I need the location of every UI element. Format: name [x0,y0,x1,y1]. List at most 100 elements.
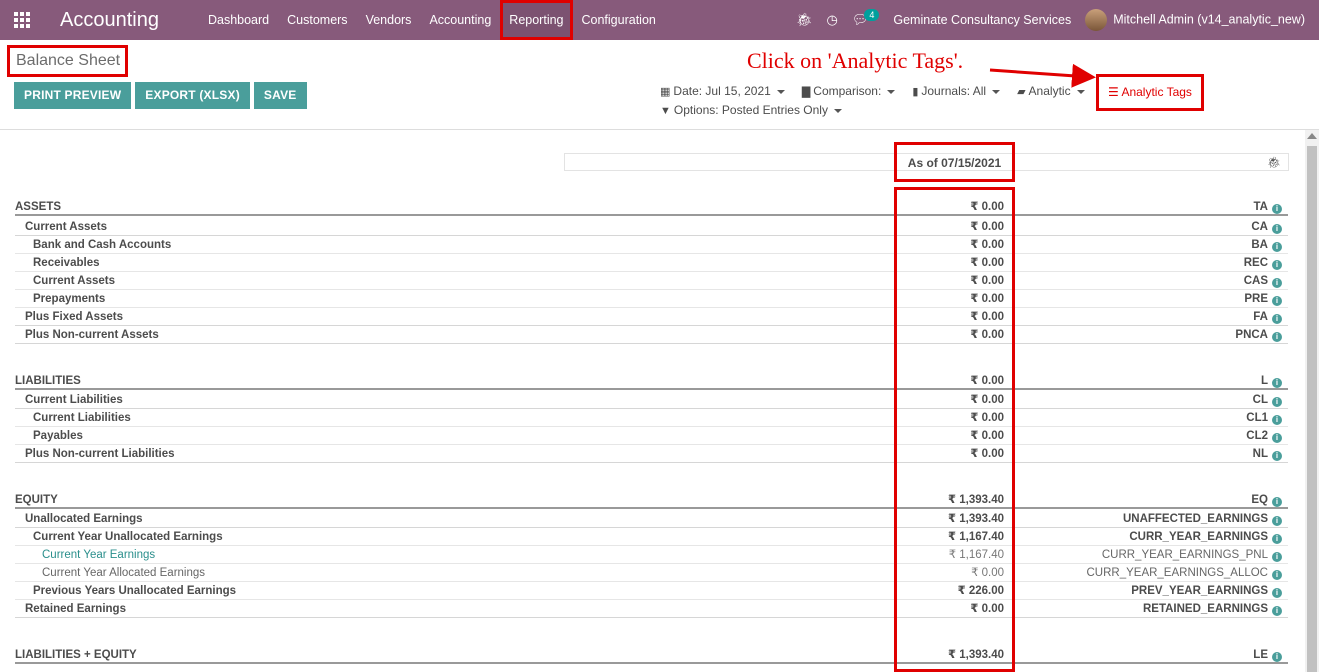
info-icon[interactable]: i [1272,570,1282,580]
analytic-tags-filter[interactable]: ☰ Analytic Tags [1096,74,1204,111]
table-row[interactable]: Prepayments ₹ 0.00 PRE i [15,290,1288,308]
page-title: Balance Sheet [7,45,128,77]
scroll-up-arrow-icon[interactable] [1307,133,1317,139]
table-row[interactable]: Plus Non-current Liabilities ₹ 0.00 NL i [15,445,1288,463]
info-icon[interactable]: i [1272,588,1282,598]
row-code: NL i [1253,445,1282,463]
info-icon[interactable]: i [1272,451,1282,461]
row-label: Current Assets [25,221,108,233]
row-label-link[interactable]: Current Year Earnings [42,546,155,564]
user-menu[interactable]: Mitchell Admin (v14_analytic_new) [1085,9,1305,31]
table-row[interactable]: Unallocated Earnings ₹ 1,393.40 UNAFFECT… [15,510,1288,528]
row-label: Receivables [33,257,100,269]
menu-customers[interactable]: Customers [278,0,356,40]
row-label: Current Liabilities [25,394,123,406]
messages-button[interactable]: 💬︎4 [852,9,880,28]
table-row[interactable]: Retained Earnings ₹ 0.00 RETAINED_EARNIN… [15,600,1288,618]
comparison-filter[interactable]: ▇ Comparison: [802,84,896,98]
row-code: PNCA i [1235,326,1282,344]
info-icon[interactable]: i [1272,314,1282,324]
info-icon[interactable]: i [1272,552,1282,562]
save-button[interactable]: SAVE [253,82,307,109]
menu-vendors[interactable]: Vendors [357,0,421,40]
company-switcher[interactable]: Geminate Consultancy Services [893,13,1071,27]
row-code: EQ i [1251,491,1282,509]
date-filter[interactable]: ▦ Date: Jul 15, 2021 [660,84,785,98]
row-code: CA i [1251,218,1282,236]
table-row[interactable]: Receivables ₹ 0.00 REC i [15,254,1288,272]
analytic-filter[interactable]: ▰ Analytic [1017,84,1085,98]
row-code: CURR_YEAR_EARNINGS_PNL i [1102,546,1282,564]
row-label: ASSETS [15,201,62,213]
table-row[interactable]: Current Assets ₹ 0.00 CA i [15,218,1288,236]
table-row[interactable]: Current Year Earnings ₹ 1,167.40 CURR_YE… [15,546,1288,564]
row-label: Payables [33,430,83,442]
info-icon[interactable]: i [1272,606,1282,616]
info-icon[interactable]: i [1272,415,1282,425]
info-icon[interactable]: i [1272,516,1282,526]
avatar [1085,9,1108,31]
info-icon[interactable]: i [1272,296,1282,306]
row-code: RETAINED_EARNINGS i [1143,600,1282,618]
info-icon[interactable]: i [1272,278,1282,288]
table-row[interactable]: Current Liabilities ₹ 0.00 CL1 i [15,409,1288,427]
row-label: Current Year Unallocated Earnings [33,531,223,543]
chevron-down-icon [833,108,842,113]
table-row[interactable]: Current Year Allocated Earnings ₹ 0.00 C… [15,564,1288,582]
annotation-callout: Click on 'Analytic Tags'. [747,48,964,73]
row-code: CURR_YEAR_EARNINGS i [1129,528,1282,546]
print-preview-button[interactable]: PRINT PREVIEW [14,82,132,109]
info-icon[interactable]: i [1272,652,1282,662]
info-icon[interactable]: i [1272,433,1282,443]
info-icon[interactable]: i [1272,378,1282,388]
list-icon: ☰ [1108,85,1119,99]
table-row[interactable]: Current Liabilities ₹ 0.00 CL i [15,391,1288,409]
menu-reporting[interactable]: Reporting [500,0,573,40]
app-name[interactable]: Accounting [60,9,159,32]
table-row[interactable]: Plus Non-current Assets ₹ 0.00 PNCA i [15,326,1288,344]
menu-configuration[interactable]: Configuration [573,0,665,40]
table-row[interactable]: Current Year Unallocated Earnings ₹ 1,16… [15,528,1288,546]
row-code: Li [1261,372,1282,390]
apps-menu-icon[interactable] [14,12,32,28]
table-row[interactable]: Bank and Cash Accounts ₹ 0.00 BA i [15,236,1288,254]
table-row[interactable]: LIABILITIES + EQUITY ₹ 1,393.40 LE i [15,646,1288,664]
table-row[interactable]: Plus Fixed Assets ₹ 0.00 FA i [15,308,1288,326]
table-row[interactable]: Payables ₹ 0.00 CL2 i [15,427,1288,445]
menu-dashboard[interactable]: Dashboard [199,0,278,40]
bar-chart-icon: ▇ [801,86,811,98]
menu-accounting[interactable]: Accounting [420,0,500,40]
row-label: Previous Years Unallocated Earnings [33,585,237,597]
value-column-highlight [894,187,1015,672]
top-navbar: Accounting Dashboard Customers Vendors A… [0,0,1319,40]
table-row[interactable]: EQUITY ₹ 1,393.40 EQ i [15,491,1288,509]
info-icon[interactable]: i [1272,242,1282,252]
info-icon[interactable]: i [1272,204,1282,214]
chevron-down-icon [887,89,896,94]
info-icon[interactable]: i [1272,260,1282,270]
scrollbar-thumb[interactable] [1307,146,1317,672]
debug-bug-icon[interactable]: 🐞︎ [1267,156,1281,169]
table-row[interactable]: ASSETS ₹ 0.00 TA i [15,198,1288,216]
report-filters: ▦ Date: Jul 15, 2021 ▇ Comparison: ▮ Journa… [660,84,1085,98]
info-icon[interactable]: i [1272,497,1282,507]
export-xlsx-button[interactable]: EXPORT (XLSX) [135,82,250,109]
table-row[interactable]: LIABILITIES ₹ 0.00 Li [15,372,1288,390]
options-filter[interactable]: ▼ Options: Posted Entries Only [660,103,842,117]
book-icon: ▮ [912,86,919,98]
info-icon[interactable]: i [1272,332,1282,342]
debug-bug-icon[interactable]: 🐞︎ [796,12,813,28]
row-label: Current Liabilities [33,412,131,424]
table-row[interactable]: Previous Years Unallocated Earnings ₹ 22… [15,582,1288,600]
row-label: Plus Non-current Assets [25,329,159,341]
row-code: CL1 i [1246,409,1282,427]
table-row[interactable]: Current Assets ₹ 0.00 CAS i [15,272,1288,290]
row-label: Bank and Cash Accounts [33,239,172,251]
column-date-label: As of 07/15/2021 [894,142,1015,182]
journals-filter[interactable]: ▮ Journals: All [912,84,1001,98]
info-icon[interactable]: i [1272,534,1282,544]
row-code: REC i [1244,254,1282,272]
info-icon[interactable]: i [1272,224,1282,234]
activity-clock-icon[interactable]: ◷ [827,12,838,28]
info-icon[interactable]: i [1272,397,1282,407]
